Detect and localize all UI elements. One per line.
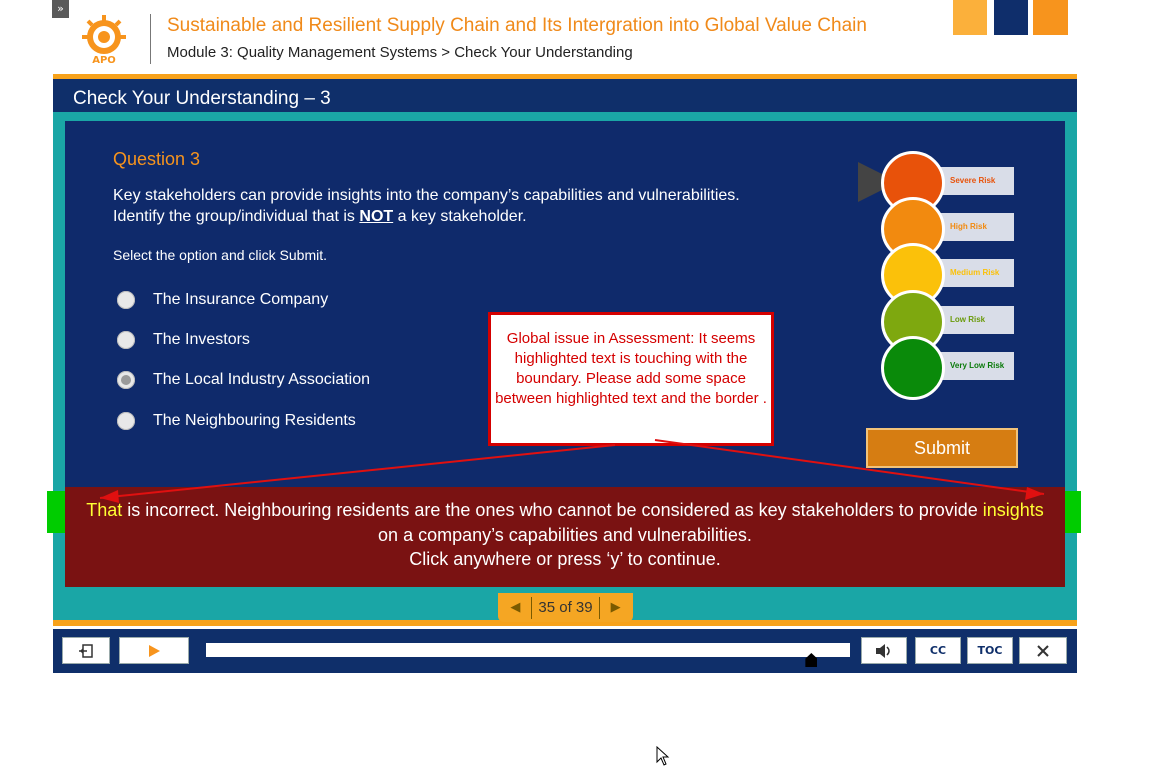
course-title: Sustainable and Resilient Supply Chain a… bbox=[167, 15, 867, 36]
brand-swatch-light-orange bbox=[953, 0, 987, 35]
slide-counter: 35 of 39 bbox=[538, 599, 593, 616]
option-local-industry-association[interactable]: The Local Industry Association bbox=[117, 368, 370, 392]
submit-button[interactable]: Submit bbox=[866, 428, 1018, 468]
risk-label-high: High Risk bbox=[940, 213, 1014, 241]
radio-button[interactable] bbox=[117, 331, 135, 349]
close-button[interactable] bbox=[1019, 637, 1067, 664]
slide-title-bar: Check Your Understanding – 3 bbox=[53, 79, 1077, 112]
review-comment-box: Global issue in Assessment: It seems hig… bbox=[488, 312, 774, 446]
radio-button[interactable] bbox=[117, 291, 135, 309]
exit-icon bbox=[79, 643, 93, 658]
apo-logo: APO bbox=[77, 13, 131, 66]
play-icon bbox=[149, 644, 160, 657]
exit-button[interactable] bbox=[62, 637, 110, 664]
feedback-line-1: That is incorrect. Neighbouring resident… bbox=[65, 500, 1065, 521]
table-of-contents-button[interactable]: TOC bbox=[967, 637, 1013, 664]
risk-label-very-low: Very Low Risk bbox=[940, 352, 1014, 380]
risk-circle-very-low bbox=[881, 336, 945, 400]
pager-divider bbox=[598, 596, 600, 619]
sidebar-toggle-button[interactable]: » bbox=[52, 0, 69, 18]
question-instruction: Select the option and click Submit. bbox=[113, 247, 328, 263]
question-text-emphasis: NOT bbox=[359, 208, 394, 225]
close-icon bbox=[1037, 644, 1049, 657]
brand-swatch-navy bbox=[994, 0, 1028, 35]
risk-label-severe: Severe Risk bbox=[940, 167, 1014, 195]
progress-bar[interactable] bbox=[206, 643, 850, 657]
player-control-bar: CC TOC bbox=[53, 629, 1077, 673]
play-button[interactable] bbox=[119, 637, 189, 664]
mouse-cursor-icon bbox=[656, 746, 670, 766]
feedback-line-2: on a company’s capabilities and vulnerab… bbox=[378, 525, 752, 545]
closed-captions-button[interactable]: CC bbox=[915, 637, 961, 664]
feedback-line-1-text: is incorrect. Neighbouring residents are… bbox=[122, 500, 983, 520]
option-insurance-company[interactable]: The Insurance Company bbox=[117, 288, 328, 312]
slide-title: Check Your Understanding – 3 bbox=[73, 88, 331, 109]
option-investors[interactable]: The Investors bbox=[117, 328, 250, 352]
question-text: Key stakeholders can provide insights in… bbox=[113, 185, 813, 227]
header-divider bbox=[150, 14, 151, 64]
highlight-marker-right bbox=[1063, 491, 1081, 533]
next-slide-icon[interactable]: ▶ bbox=[606, 598, 626, 618]
question-text-line1: Key stakeholders can provide insights in… bbox=[113, 187, 740, 204]
question-heading: Question 3 bbox=[113, 149, 201, 169]
radio-button-selected[interactable] bbox=[117, 371, 135, 389]
option-label[interactable]: The Neighbouring Residents bbox=[153, 412, 356, 430]
question-text-line2b: a key stakeholder. bbox=[397, 208, 527, 225]
radio-button[interactable] bbox=[117, 412, 135, 430]
option-label[interactable]: The Local Industry Association bbox=[153, 371, 370, 389]
volume-icon bbox=[876, 643, 890, 658]
pager-divider bbox=[531, 596, 533, 619]
question-text-line2a: Identify the group/individual that is bbox=[113, 208, 355, 225]
volume-button[interactable] bbox=[861, 637, 907, 664]
brand-swatch-orange bbox=[1033, 0, 1068, 35]
highlight-marker-left bbox=[47, 491, 65, 533]
option-label[interactable]: The Investors bbox=[153, 331, 250, 349]
highlighted-word-end: insights bbox=[982, 500, 1044, 520]
risk-label-medium: Medium Risk bbox=[940, 259, 1014, 287]
option-neighbouring-residents[interactable]: The Neighbouring Residents bbox=[117, 409, 356, 433]
breadcrumb: Module 3: Quality Management Systems > C… bbox=[167, 44, 633, 61]
feedback-continue-hint: Click anywhere or press ‘y’ to continue. bbox=[409, 549, 721, 569]
feedback-caption[interactable]: That is incorrect. Neighbouring resident… bbox=[65, 487, 1065, 587]
previous-slide-icon[interactable]: ◀ bbox=[505, 598, 525, 618]
logo-text: APO bbox=[92, 55, 116, 65]
option-label[interactable]: The Insurance Company bbox=[153, 291, 328, 309]
highlighted-word-start: That bbox=[86, 500, 123, 520]
risk-label-low: Low Risk bbox=[940, 306, 1014, 334]
slide-pager: ◀ 35 of 39 ▶ bbox=[498, 593, 633, 622]
